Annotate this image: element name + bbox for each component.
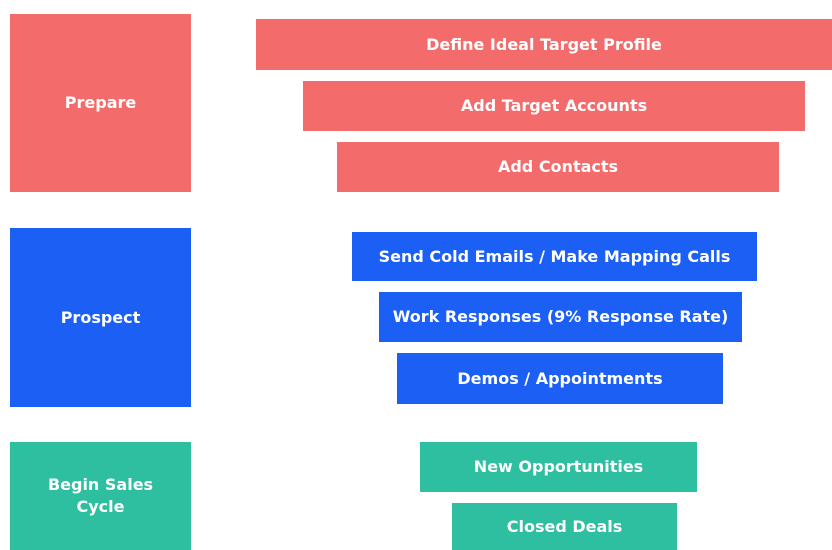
stage-prospect-label: Prospect xyxy=(60,307,141,327)
step-label: Closed Deals xyxy=(506,516,623,536)
stage-prepare-block: Prepare xyxy=(10,14,191,192)
step-label: Define Ideal Target Profile xyxy=(426,34,662,54)
stage-prospect-block: Prospect xyxy=(10,228,191,407)
step-label: Work Responses (9% Response Rate) xyxy=(392,307,729,326)
step-label: Send Cold Emails / Make Mapping Calls xyxy=(378,246,731,266)
step-new-opportunities: New Opportunities xyxy=(420,442,697,492)
step-demos-appointments: Demos / Appointments xyxy=(397,353,723,404)
stage-prepare-label: Prepare xyxy=(64,93,137,112)
step-label: New Opportunities xyxy=(473,457,644,476)
stage-begin-sales-cycle-block: Begin Sales Cycle xyxy=(10,442,191,550)
step-work-responses: Work Responses (9% Response Rate) xyxy=(379,292,742,342)
step-label: Add Target Accounts xyxy=(460,96,648,115)
stage-begin-sales-cycle-label: Begin Sales Cycle xyxy=(47,475,154,516)
step-send-cold-emails: Send Cold Emails / Make Mapping Calls xyxy=(352,232,757,281)
step-add-target-accounts: Add Target Accounts xyxy=(303,81,805,131)
step-label: Add Contacts xyxy=(497,157,619,176)
step-closed-deals: Closed Deals xyxy=(452,503,677,550)
step-label: Demos / Appointments xyxy=(457,368,663,388)
step-add-contacts: Add Contacts xyxy=(337,142,779,192)
step-define-ideal-target-profile: Define Ideal Target Profile xyxy=(256,19,832,70)
